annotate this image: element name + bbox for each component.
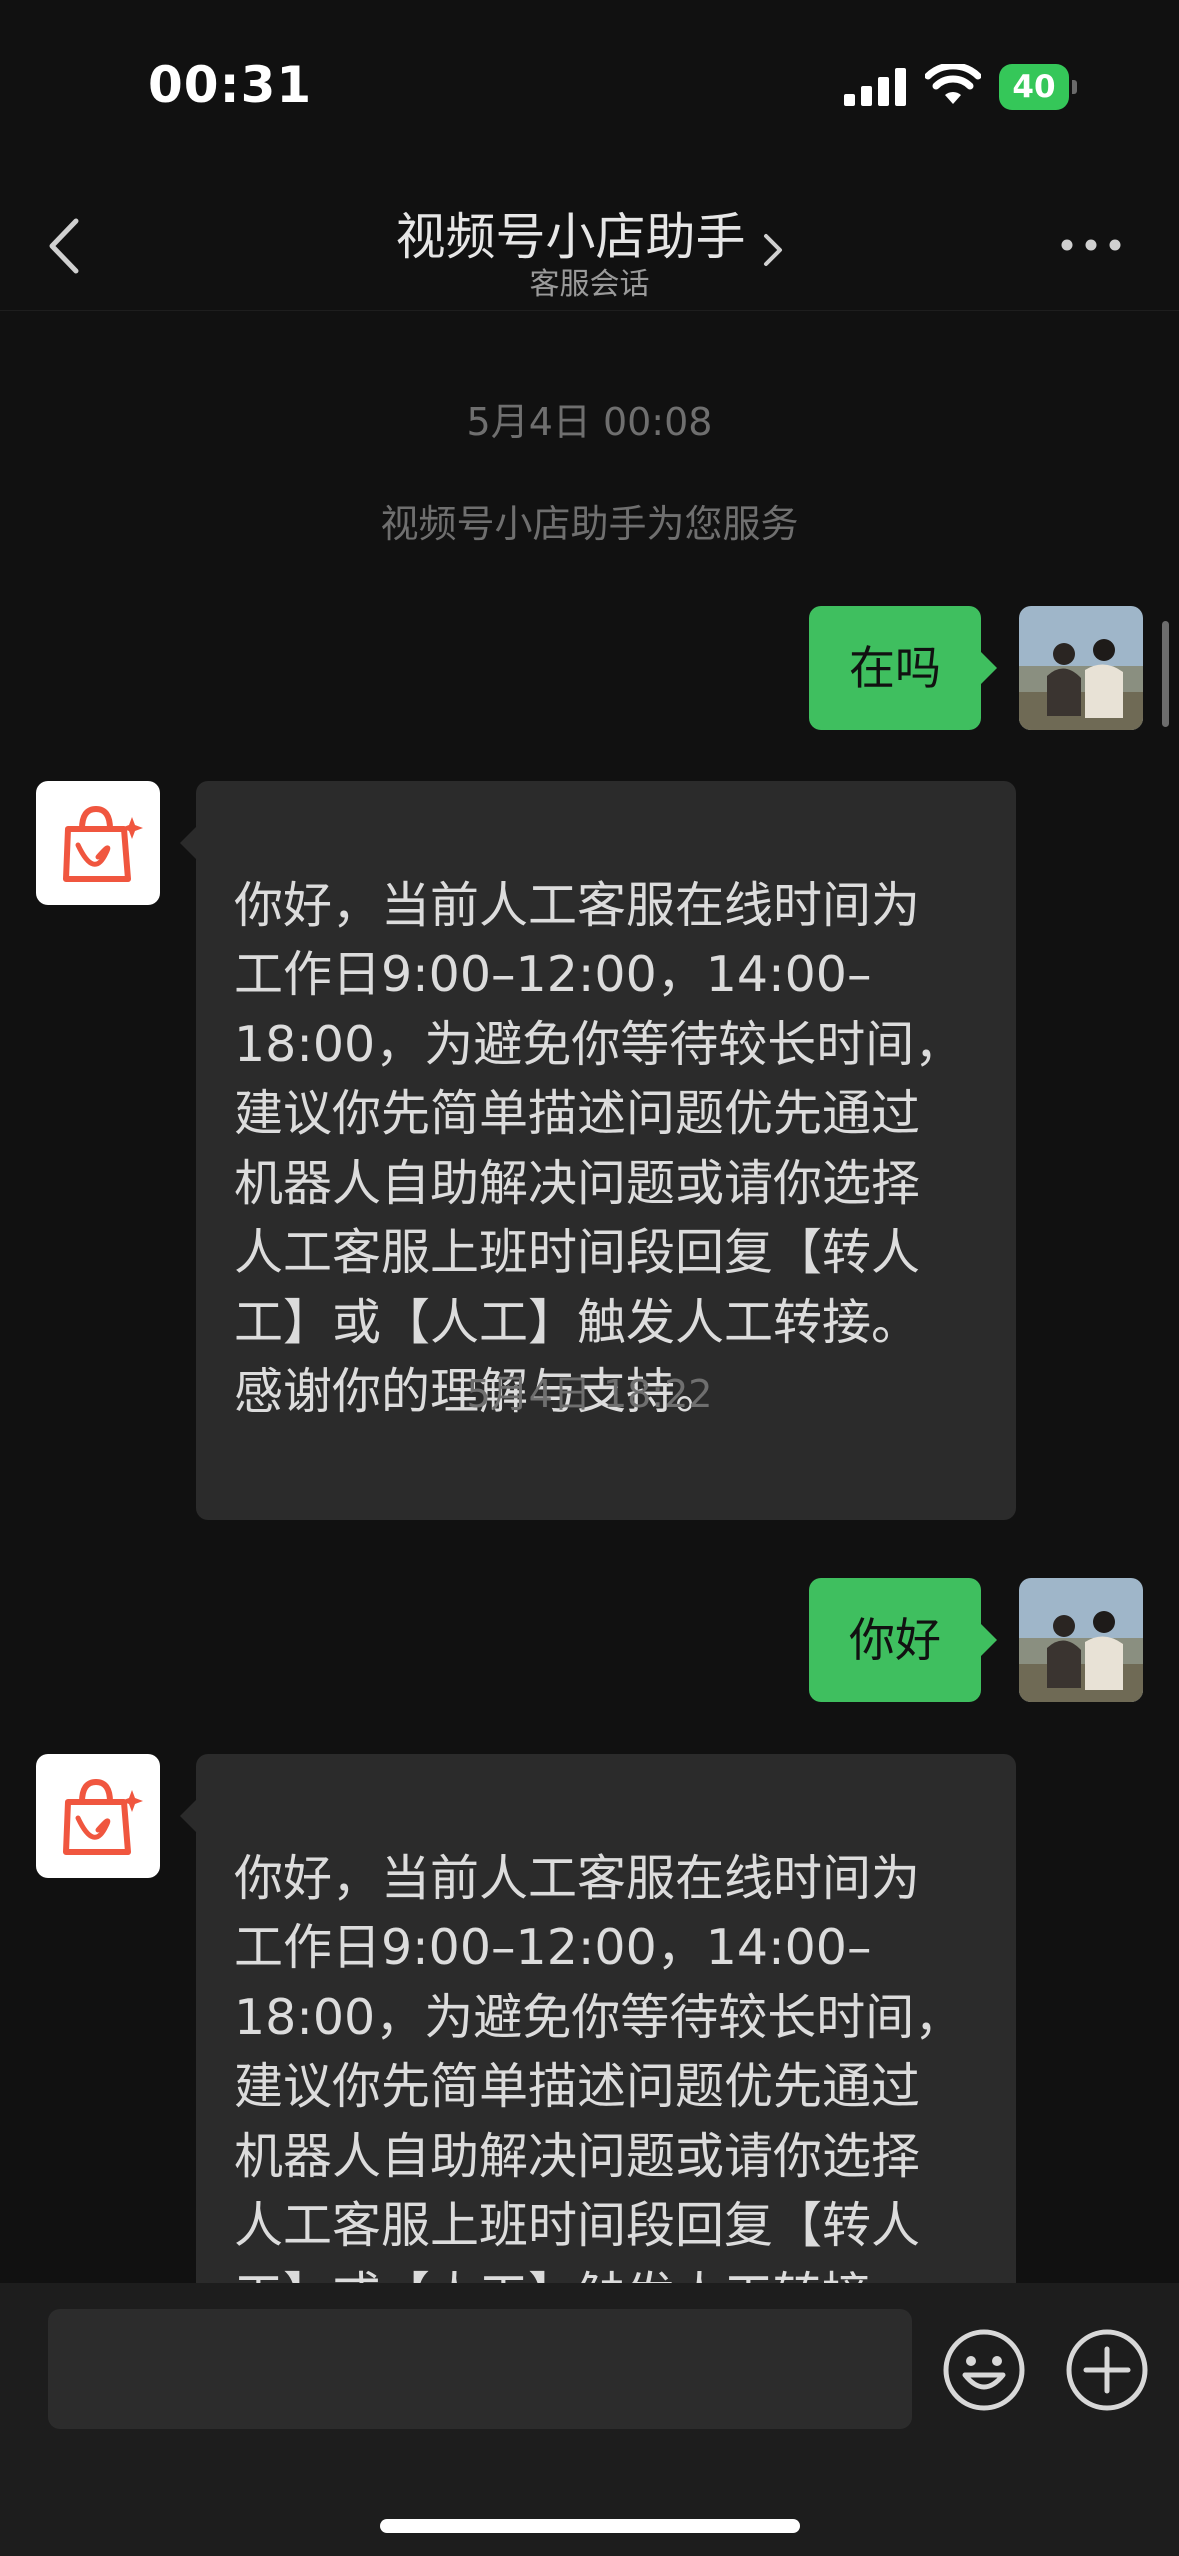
message-text: 你好，当前人工客服在线时间为 工作日9:00–12:00，14:00– 18:0…: [234, 1849, 964, 2284]
status-bar: 00:31 40: [0, 0, 1179, 175]
wifi-icon: [925, 64, 981, 104]
battery-icon: 40: [999, 64, 1079, 110]
page-subtitle: 客服会话: [529, 267, 650, 302]
message-input[interactable]: [48, 2309, 912, 2429]
chat-area[interactable]: 5月4日 00:08 视频号小店助手为您服务 在吗 你好，当前人工客服在线时间为…: [0, 311, 1179, 2283]
message-timestamp: 5月4日 18:22: [466, 1372, 713, 1416]
ellipsis-icon[interactable]: [1060, 235, 1122, 255]
battery-level: 40: [1012, 69, 1056, 105]
status-time: 00:31: [148, 56, 313, 114]
nav-bar: 视频号小店助手 客服会话: [0, 175, 1179, 311]
bot-avatar[interactable]: [36, 1754, 160, 1878]
message-text: 你好，当前人工客服在线时间为 工作日9:00–12:00，14:00– 18:0…: [234, 876, 964, 1421]
shop-bag-icon: [63, 1778, 143, 1855]
message-text: 在吗: [849, 641, 941, 695]
home-indicator[interactable]: [380, 2519, 800, 2533]
shop-bag-icon: [63, 805, 143, 882]
message-text: 你好: [849, 1613, 941, 1667]
user-avatar[interactable]: [1019, 606, 1143, 730]
bot-avatar[interactable]: [36, 781, 160, 905]
smiley-icon[interactable]: [941, 2327, 1027, 2413]
outgoing-message[interactable]: 在吗: [809, 606, 997, 730]
page-title: 视频号小店助手: [395, 208, 746, 266]
outgoing-message[interactable]: 你好: [809, 1578, 997, 1702]
system-notice: 视频号小店助手为您服务: [380, 502, 799, 546]
incoming-message[interactable]: 你好，当前人工客服在线时间为 工作日9:00–12:00，14:00– 18:0…: [180, 1754, 1016, 2284]
message-timestamp: 5月4日 00:08: [466, 400, 713, 444]
input-bar: [0, 2283, 1179, 2556]
cellular-signal-icon: [844, 68, 906, 106]
scrollbar[interactable]: [1162, 621, 1169, 727]
user-avatar[interactable]: [1019, 1578, 1143, 1702]
plus-circle-icon[interactable]: [1064, 2327, 1150, 2413]
